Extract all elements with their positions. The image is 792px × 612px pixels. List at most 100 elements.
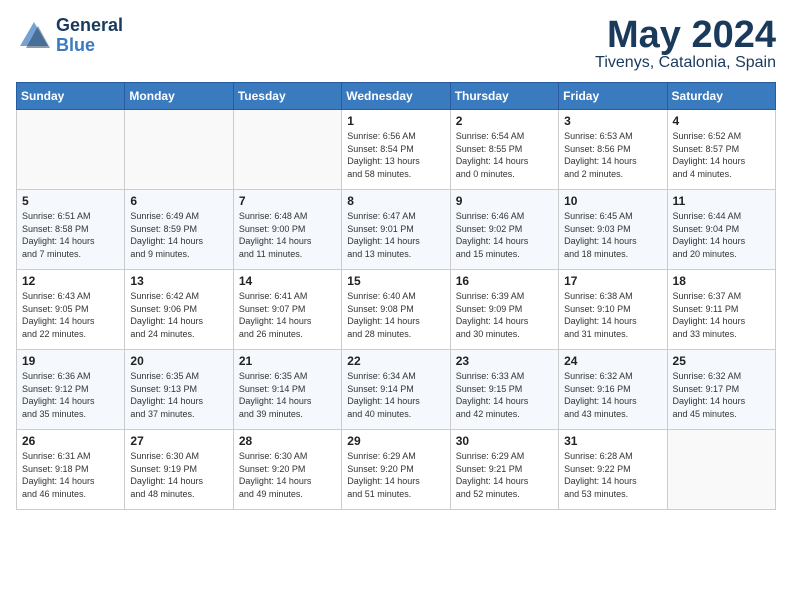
cell-details: Sunrise: 6:41 AM Sunset: 9:07 PM Dayligh…: [239, 290, 336, 340]
cell-details: Sunrise: 6:56 AM Sunset: 8:54 PM Dayligh…: [347, 130, 444, 180]
month-year-title: May 2024: [595, 16, 776, 54]
calendar-week-5: 26 Sunrise: 6:31 AM Sunset: 9:18 PM Dayli…: [17, 430, 776, 510]
calendar-cell: 13 Sunrise: 6:42 AM Sunset: 9:06 PM Dayli…: [125, 270, 233, 350]
calendar-week-1: 1 Sunrise: 6:56 AM Sunset: 8:54 PM Daylig…: [17, 110, 776, 190]
calendar-cell: 16 Sunrise: 6:39 AM Sunset: 9:09 PM Dayli…: [450, 270, 558, 350]
calendar-week-2: 5 Sunrise: 6:51 AM Sunset: 8:58 PM Daylig…: [17, 190, 776, 270]
calendar-cell: 12Sunrise: 6:43 AM Sunset: 9:05 PM Dayli…: [17, 270, 125, 350]
day-number: 31: [564, 434, 661, 448]
calendar-cell: 6Sunrise: 6:49 AM Sunset: 8:59 PM Daylig…: [125, 190, 233, 270]
cell-details: Sunrise: 6:51 AM Sunset: 8:58 PM Dayligh…: [22, 210, 119, 260]
cell-details: Sunrise: 6:53 AM Sunset: 8:56 PM Dayligh…: [564, 130, 661, 180]
cell-details: Sunrise: 6:35 AM Sunset: 9:13 PM Dayligh…: [130, 370, 227, 420]
day-number: 25: [673, 354, 770, 368]
calendar-cell: 9Sunrise: 6:46 AM Sunset: 9:02 PM Daylig…: [450, 190, 558, 270]
day-number: 4: [673, 114, 770, 128]
calendar-cell: 21 Sunrise: 6:35 AM Sunset: 9:14 PM Dayli…: [233, 350, 341, 430]
calendar-cell: 17 Sunrise: 6:38 AM Sunset: 9:10 PM Dayli…: [559, 270, 667, 350]
cell-details: Sunrise: 6:54 AM Sunset: 8:55 PM Dayligh…: [456, 130, 553, 180]
calendar-week-3: 12Sunrise: 6:43 AM Sunset: 9:05 PM Dayli…: [17, 270, 776, 350]
day-number: 23: [456, 354, 553, 368]
cell-details: Sunrise: 6:28 AM Sunset: 9:22 PM Dayligh…: [564, 450, 661, 500]
day-number: 28: [239, 434, 336, 448]
logo-general-text: General: [56, 16, 123, 36]
logo-words: General Blue: [56, 16, 123, 56]
cell-details: Sunrise: 6:30 AM Sunset: 9:19 PM Dayligh…: [130, 450, 227, 500]
day-header-sunday: Sunday: [17, 83, 125, 110]
day-number: 13: [130, 274, 227, 288]
cell-details: Sunrise: 6:29 AM Sunset: 9:20 PM Dayligh…: [347, 450, 444, 500]
logo: General Blue: [16, 16, 123, 56]
calendar-cell: 14Sunrise: 6:41 AM Sunset: 9:07 PM Dayli…: [233, 270, 341, 350]
location-subtitle: Tivenys, Catalonia, Spain: [595, 54, 776, 72]
calendar-cell: 20 Sunrise: 6:35 AM Sunset: 9:13 PM Dayli…: [125, 350, 233, 430]
cell-details: Sunrise: 6:52 AM Sunset: 8:57 PM Dayligh…: [673, 130, 770, 180]
calendar-cell: 25 Sunrise: 6:32 AM Sunset: 9:17 PM Dayli…: [667, 350, 775, 430]
day-number: 8: [347, 194, 444, 208]
calendar-cell: 18 Sunrise: 6:37 AM Sunset: 9:11 PM Dayli…: [667, 270, 775, 350]
cell-details: Sunrise: 6:29 AM Sunset: 9:21 PM Dayligh…: [456, 450, 553, 500]
day-number: 21: [239, 354, 336, 368]
calendar-cell: 19 Sunrise: 6:36 AM Sunset: 9:12 PM Dayli…: [17, 350, 125, 430]
cell-details: Sunrise: 6:47 AM Sunset: 9:01 PM Dayligh…: [347, 210, 444, 260]
cell-details: Sunrise: 6:32 AM Sunset: 9:17 PM Dayligh…: [673, 370, 770, 420]
cell-details: Sunrise: 6:36 AM Sunset: 9:12 PM Dayligh…: [22, 370, 119, 420]
calendar-week-4: 19 Sunrise: 6:36 AM Sunset: 9:12 PM Dayli…: [17, 350, 776, 430]
cell-details: Sunrise: 6:40 AM Sunset: 9:08 PM Dayligh…: [347, 290, 444, 340]
cell-details: Sunrise: 6:39 AM Sunset: 9:09 PM Dayligh…: [456, 290, 553, 340]
calendar-cell: 15Sunrise: 6:40 AM Sunset: 9:08 PM Dayli…: [342, 270, 450, 350]
calendar-cell: 11Sunrise: 6:44 AM Sunset: 9:04 PM Dayli…: [667, 190, 775, 270]
day-number: 19: [22, 354, 119, 368]
day-header-monday: Monday: [125, 83, 233, 110]
day-number: 20: [130, 354, 227, 368]
day-header-tuesday: Tuesday: [233, 83, 341, 110]
calendar-cell: 1 Sunrise: 6:56 AM Sunset: 8:54 PM Daylig…: [342, 110, 450, 190]
calendar-cell: [17, 110, 125, 190]
day-number: 26: [22, 434, 119, 448]
cell-details: Sunrise: 6:30 AM Sunset: 9:20 PM Dayligh…: [239, 450, 336, 500]
day-number: 22: [347, 354, 444, 368]
day-number: 5: [22, 194, 119, 208]
cell-details: Sunrise: 6:32 AM Sunset: 9:16 PM Dayligh…: [564, 370, 661, 420]
cell-details: Sunrise: 6:34 AM Sunset: 9:14 PM Dayligh…: [347, 370, 444, 420]
calendar-cell: 28 Sunrise: 6:30 AM Sunset: 9:20 PM Dayli…: [233, 430, 341, 510]
day-number: 18: [673, 274, 770, 288]
day-header-wednesday: Wednesday: [342, 83, 450, 110]
cell-details: Sunrise: 6:31 AM Sunset: 9:18 PM Dayligh…: [22, 450, 119, 500]
cell-details: Sunrise: 6:33 AM Sunset: 9:15 PM Dayligh…: [456, 370, 553, 420]
calendar-cell: 5 Sunrise: 6:51 AM Sunset: 8:58 PM Daylig…: [17, 190, 125, 270]
cell-details: Sunrise: 6:35 AM Sunset: 9:14 PM Dayligh…: [239, 370, 336, 420]
cell-details: Sunrise: 6:46 AM Sunset: 9:02 PM Dayligh…: [456, 210, 553, 260]
page-header: General Blue May 2024 Tivenys, Catalonia…: [16, 16, 776, 72]
calendar-cell: [667, 430, 775, 510]
day-number: 7: [239, 194, 336, 208]
calendar-cell: 10 Sunrise: 6:45 AM Sunset: 9:03 PM Dayli…: [559, 190, 667, 270]
calendar-cell: 26 Sunrise: 6:31 AM Sunset: 9:18 PM Dayli…: [17, 430, 125, 510]
day-header-saturday: Saturday: [667, 83, 775, 110]
calendar-table: SundayMondayTuesdayWednesdayThursdayFrid…: [16, 82, 776, 510]
calendar-cell: 22 Sunrise: 6:34 AM Sunset: 9:14 PM Dayli…: [342, 350, 450, 430]
day-number: 16: [456, 274, 553, 288]
day-number: 29: [347, 434, 444, 448]
day-number: 24: [564, 354, 661, 368]
day-header-thursday: Thursday: [450, 83, 558, 110]
calendar-cell: 7 Sunrise: 6:48 AM Sunset: 9:00 PM Daylig…: [233, 190, 341, 270]
cell-details: Sunrise: 6:45 AM Sunset: 9:03 PM Dayligh…: [564, 210, 661, 260]
cell-details: Sunrise: 6:42 AM Sunset: 9:06 PM Dayligh…: [130, 290, 227, 340]
calendar-cell: 23 Sunrise: 6:33 AM Sunset: 9:15 PM Dayli…: [450, 350, 558, 430]
cell-details: Sunrise: 6:48 AM Sunset: 9:00 PM Dayligh…: [239, 210, 336, 260]
day-number: 1: [347, 114, 444, 128]
day-number: 10: [564, 194, 661, 208]
calendar-cell: 27Sunrise: 6:30 AM Sunset: 9:19 PM Dayli…: [125, 430, 233, 510]
cell-details: Sunrise: 6:38 AM Sunset: 9:10 PM Dayligh…: [564, 290, 661, 340]
title-block: May 2024 Tivenys, Catalonia, Spain: [595, 16, 776, 72]
cell-details: Sunrise: 6:37 AM Sunset: 9:11 PM Dayligh…: [673, 290, 770, 340]
calendar-cell: 2Sunrise: 6:54 AM Sunset: 8:55 PM Daylig…: [450, 110, 558, 190]
calendar-cell: 3 Sunrise: 6:53 AM Sunset: 8:56 PM Daylig…: [559, 110, 667, 190]
calendar-cell: 24 Sunrise: 6:32 AM Sunset: 9:16 PM Dayli…: [559, 350, 667, 430]
cell-details: Sunrise: 6:49 AM Sunset: 8:59 PM Dayligh…: [130, 210, 227, 260]
calendar-cell: 29 Sunrise: 6:29 AM Sunset: 9:20 PM Dayli…: [342, 430, 450, 510]
day-number: 3: [564, 114, 661, 128]
logo-icon: [16, 18, 52, 54]
day-number: 17: [564, 274, 661, 288]
